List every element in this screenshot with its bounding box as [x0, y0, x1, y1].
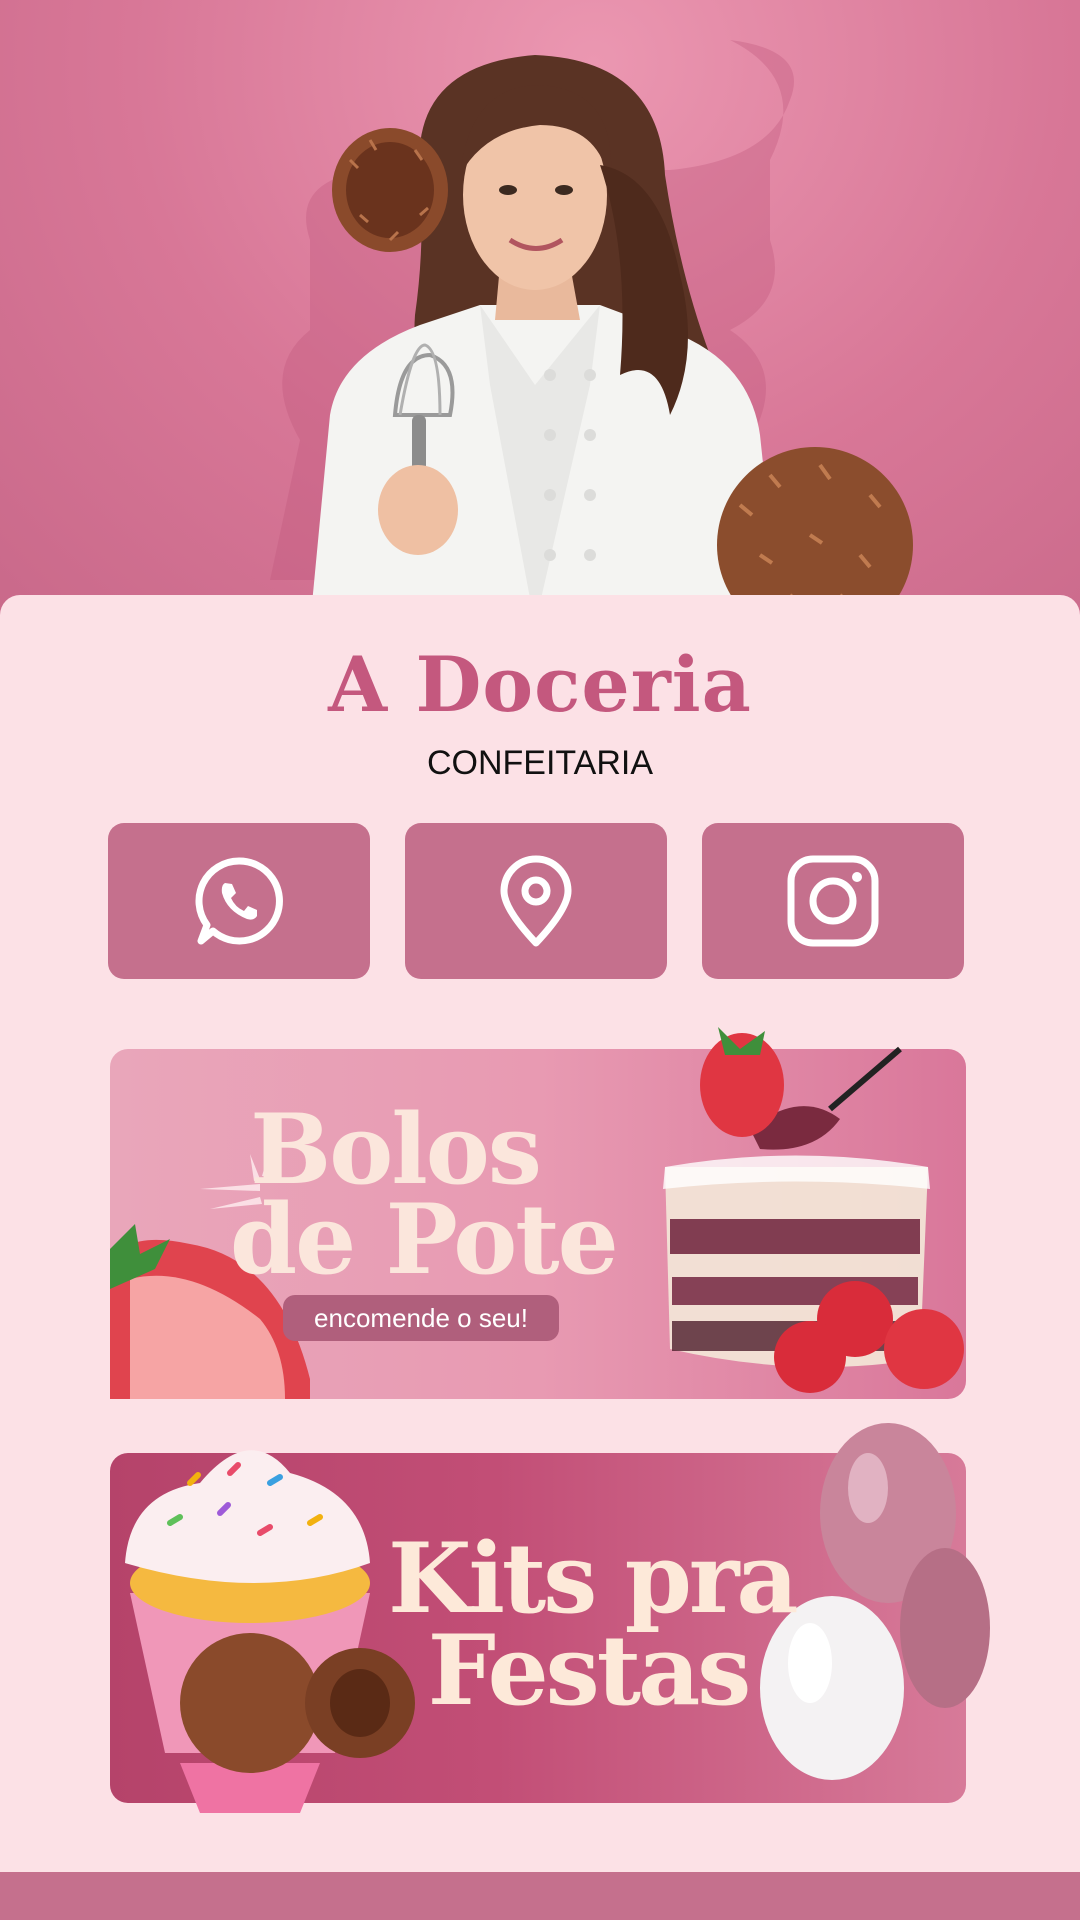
whatsapp-icon: [195, 857, 283, 945]
order-cta-badge[interactable]: encomende o seu!: [283, 1295, 559, 1341]
brigadeiros-image: [180, 1633, 415, 1813]
bolos-de-pote-title: Bolos de Pote: [230, 1093, 619, 1296]
location-pin-icon: [500, 855, 572, 947]
kits-festas-banner[interactable]: Kits pra Festas: [110, 1423, 990, 1813]
bolos-de-pote-banner[interactable]: Bolos de Pote encomende o seu!: [110, 1027, 966, 1399]
hero-banner: [0, 0, 1080, 620]
whatsapp-button[interactable]: [108, 823, 370, 979]
instagram-icon: [787, 855, 879, 947]
brigadeiro-left-image: [332, 128, 448, 252]
instagram-button[interactable]: [702, 823, 964, 979]
footer-bar: [0, 1872, 1080, 1920]
brand-title: A Doceria: [328, 640, 752, 729]
brand-subtitle: CONFEITARIA: [426, 744, 654, 782]
kits-festas-title: Kits pra Festas: [388, 1522, 799, 1727]
location-button[interactable]: [405, 823, 667, 979]
brigadeiro-right-image: [700, 447, 913, 620]
